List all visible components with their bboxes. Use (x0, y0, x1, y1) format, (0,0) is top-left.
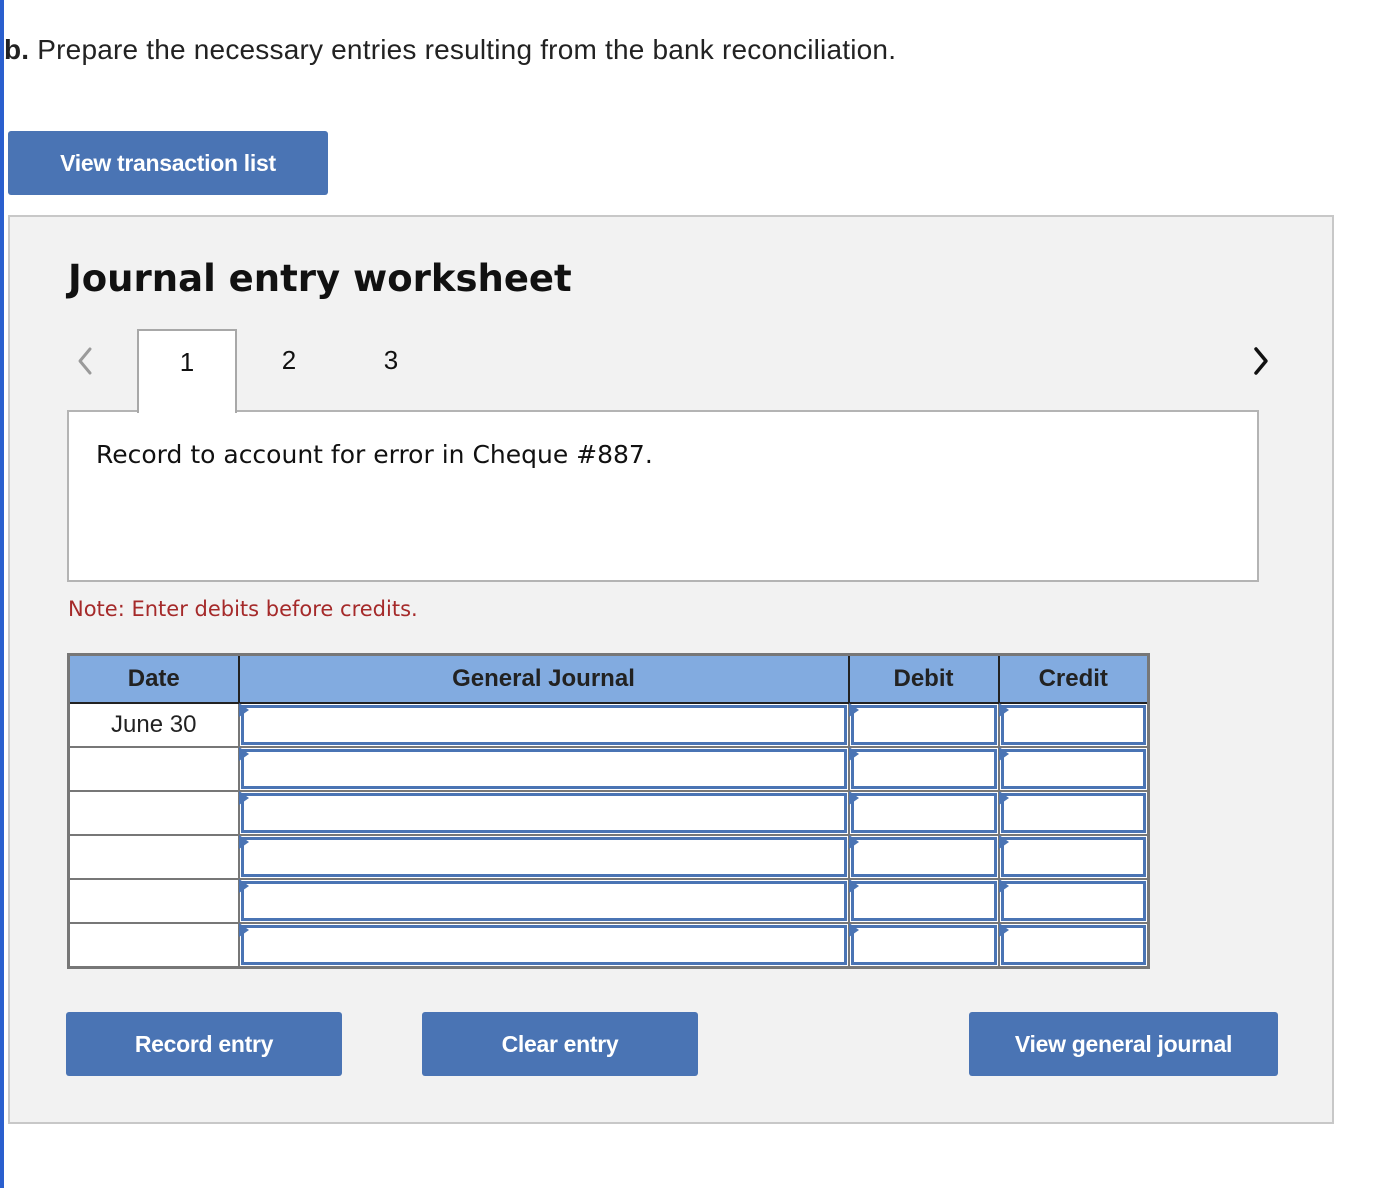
view-general-journal-button[interactable]: View general journal (969, 1012, 1278, 1076)
debit-cell (847, 702, 1000, 748)
account-dropdown[interactable] (240, 705, 847, 745)
chevron-left-icon (78, 347, 92, 375)
field-marker-icon (998, 747, 1009, 761)
tab-label: 1 (179, 347, 195, 377)
view-transaction-list-button[interactable]: View transaction list (8, 131, 328, 195)
field-marker-icon (238, 879, 249, 893)
tab-label: 2 (281, 345, 297, 375)
journal-row (67, 878, 1150, 924)
debit-cell (847, 746, 1000, 792)
date-cell: June 30 (67, 702, 240, 748)
field-marker-icon (238, 703, 249, 717)
entry-description-box: Record to account for error in Cheque #8… (67, 410, 1259, 582)
question-body: Prepare the necessary entries resulting … (29, 34, 897, 65)
field-marker-icon (998, 703, 1009, 717)
chevron-right-icon (1254, 347, 1268, 375)
credit-input[interactable] (1000, 793, 1146, 833)
debit-cell (847, 790, 1000, 836)
header-debit: Debit (847, 654, 1000, 704)
field-marker-icon (998, 835, 1009, 849)
previous-button[interactable] (70, 341, 100, 381)
date-cell (67, 834, 240, 880)
credit-cell (997, 922, 1150, 969)
field-marker-icon (998, 791, 1009, 805)
credit-input[interactable] (1000, 925, 1146, 965)
debits-note: Note: Enter debits before credits. (68, 597, 418, 621)
journal-row (67, 922, 1150, 969)
date-cell (67, 790, 240, 836)
field-marker-icon (848, 791, 859, 805)
journal-entry-worksheet-panel: Journal entry worksheet 1 2 3 Record to … (8, 215, 1334, 1124)
debit-cell (847, 834, 1000, 880)
question-prefix: b. (4, 34, 30, 65)
header-date: Date (68, 654, 240, 704)
account-cell (237, 746, 850, 792)
date-cell (67, 746, 240, 792)
journal-table: Date General Journal Debit Credit June 3… (67, 653, 1150, 969)
journal-row (67, 834, 1150, 880)
field-marker-icon (848, 747, 859, 761)
credit-cell (997, 702, 1150, 748)
tab-2[interactable]: 2 (239, 329, 339, 411)
field-marker-icon (238, 835, 249, 849)
account-dropdown[interactable] (240, 793, 847, 833)
tab-3[interactable]: 3 (341, 329, 441, 411)
journal-row (67, 746, 1150, 792)
journal-header-row: Date General Journal Debit Credit (68, 654, 1149, 704)
account-cell (237, 702, 850, 748)
account-dropdown[interactable] (240, 837, 847, 877)
field-marker-icon (238, 747, 249, 761)
debit-input[interactable] (850, 925, 997, 965)
debit-cell (847, 922, 1000, 969)
credit-cell (997, 834, 1150, 880)
field-marker-icon (848, 703, 859, 717)
credit-cell (997, 790, 1150, 836)
credit-cell (997, 878, 1150, 924)
header-credit: Credit (997, 654, 1149, 704)
account-cell (237, 790, 850, 836)
next-button[interactable] (1246, 341, 1276, 381)
credit-input[interactable] (1000, 705, 1146, 745)
field-marker-icon (848, 923, 859, 937)
debit-input[interactable] (850, 793, 997, 833)
header-general-journal: General Journal (237, 654, 850, 704)
account-cell (237, 878, 850, 924)
field-marker-icon (998, 923, 1009, 937)
date-cell (67, 922, 240, 969)
account-dropdown[interactable] (240, 749, 847, 789)
journal-row (67, 790, 1150, 836)
account-cell (237, 922, 850, 969)
debit-input[interactable] (850, 837, 997, 877)
record-entry-button[interactable]: Record entry (66, 1012, 342, 1076)
credit-input[interactable] (1000, 749, 1146, 789)
tab-label: 3 (383, 345, 399, 375)
date-cell (67, 878, 240, 924)
journal-row: June 30 (67, 702, 1150, 748)
field-marker-icon (238, 791, 249, 805)
account-dropdown[interactable] (240, 925, 847, 965)
field-marker-icon (238, 923, 249, 937)
debit-input[interactable] (850, 881, 997, 921)
debit-cell (847, 878, 1000, 924)
entry-description: Record to account for error in Cheque #8… (96, 440, 653, 469)
question-text: b. Prepare the necessary entries resulti… (4, 34, 896, 66)
debit-input[interactable] (850, 705, 997, 745)
field-marker-icon (848, 879, 859, 893)
credit-input[interactable] (1000, 881, 1146, 921)
credit-cell (997, 746, 1150, 792)
account-dropdown[interactable] (240, 881, 847, 921)
field-marker-icon (848, 835, 859, 849)
credit-input[interactable] (1000, 837, 1146, 877)
clear-entry-button[interactable]: Clear entry (422, 1012, 698, 1076)
left-accent-bar (0, 0, 4, 1188)
tab-1[interactable]: 1 (137, 329, 237, 413)
field-marker-icon (998, 879, 1009, 893)
account-cell (237, 834, 850, 880)
worksheet-title: Journal entry worksheet (68, 257, 572, 300)
debit-input[interactable] (850, 749, 997, 789)
